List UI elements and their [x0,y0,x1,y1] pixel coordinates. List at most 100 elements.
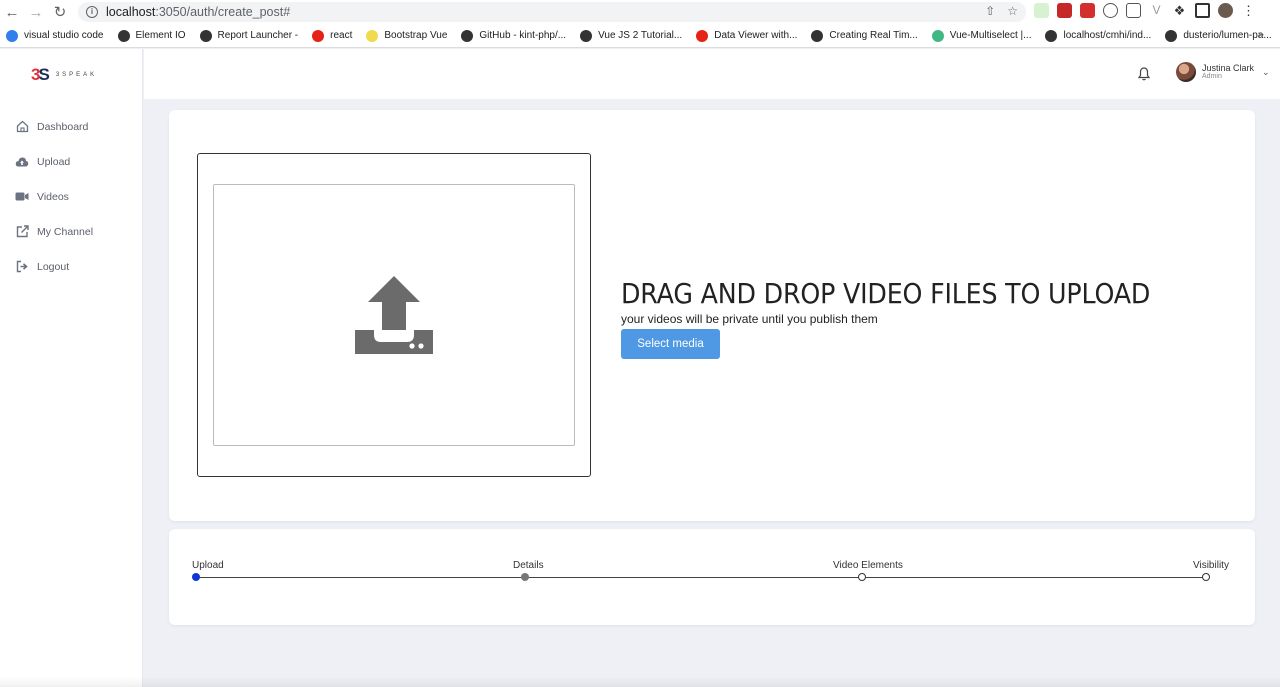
bookmark-label: Element IO [135,30,186,41]
bookmark-favicon-icon [696,29,709,42]
step-label-visibility[interactable]: Visibility [1193,560,1229,571]
upload-title: DRAG AND DROP VIDEO FILES TO UPLOAD [621,278,1151,310]
bookmark-favicon-icon [811,29,824,42]
video-icon [15,190,29,204]
bookmark-item[interactable]: Vue-Multiselect |... [931,29,1032,42]
bookmark-favicon-icon [461,29,474,42]
step-dot[interactable] [521,573,529,581]
star-icon[interactable]: ☆ [1007,4,1018,18]
step-label-upload[interactable]: Upload [192,560,224,571]
home-icon [15,120,29,134]
drop-zone[interactable] [197,153,591,477]
bookmark-label: Data Viewer with... [714,30,798,41]
external-link-icon [15,225,29,239]
user-menu[interactable]: Justina Clark Admin ⌄ [1176,62,1270,82]
sidebar-item-my-channel[interactable]: My Channel [0,214,143,249]
bookmark-item[interactable]: Creating Real Tim... [811,29,918,42]
url-host: localhost [106,5,156,19]
sidebar-item-label: Upload [37,155,71,168]
bookmark-label: visual studio code [24,30,104,41]
step-progress-line [196,577,1206,578]
sidebar-item-label: Logout [37,260,70,273]
bookmark-item[interactable]: react [312,29,353,42]
sidebar-item-upload[interactable]: Upload [0,144,143,179]
steps-card: Upload Details Video Elements Visibility [169,529,1255,625]
logout-icon [15,260,29,274]
extension-icon[interactable] [1103,3,1118,18]
user-role: Admin [1202,73,1222,81]
bookmark-favicon-icon [312,29,325,42]
profile-avatar-icon[interactable] [1218,3,1233,18]
bookmark-item[interactable]: Data Viewer with... [696,29,798,42]
bookmark-favicon-icon [1045,29,1058,42]
user-name: Justina Clark [1202,62,1255,73]
sidebar-icon[interactable] [1195,3,1210,18]
forward-arrow-icon[interactable]: → [24,0,48,24]
reload-icon[interactable]: ↻ [48,0,72,24]
bookmark-item[interactable]: GitHub - kint-php/... [461,29,567,42]
step-dot[interactable] [192,573,200,581]
bookmark-item[interactable]: visual studio code [6,29,104,42]
user-info: Justina Clark Admin [1202,62,1255,81]
bookmark-label: Vue-Multiselect |... [949,30,1032,41]
bookmark-label: Vue JS 2 Tutorial... [598,30,683,41]
bookmark-favicon-icon [580,29,593,42]
bookmark-favicon-icon [117,29,130,42]
bell-icon[interactable] [1138,67,1150,81]
bookmark-label: GitHub - kint-php/... [479,30,567,41]
bookmark-item[interactable]: localhost/cmhi/ind... [1045,29,1151,42]
more-bookmarks-icon[interactable]: » [1258,29,1264,41]
sidebar-item-label: Videos [37,190,69,203]
info-icon[interactable]: i [86,6,98,18]
more-vert-icon[interactable]: ⋮ [1241,3,1256,18]
bookmark-item[interactable]: Vue JS 2 Tutorial... [580,29,683,42]
share-icon[interactable]: ⇧ [985,4,995,18]
screenshot-icon[interactable] [1126,3,1141,18]
vue-devtools-icon[interactable]: V [1149,3,1164,18]
bookmark-label: Bootstrap Vue [384,30,448,41]
back-arrow-icon[interactable]: ← [0,0,24,24]
bookmark-favicon-icon [366,29,379,42]
upload-card: DRAG AND DROP VIDEO FILES TO UPLOAD your… [169,110,1255,521]
upload-subtitle: your videos will be private until you pu… [621,312,878,326]
step-label-details[interactable]: Details [513,560,544,571]
drop-zone-inner[interactable] [213,184,575,446]
browser-toolbar: ← → ↻ i localhost:3050/auth/create_post#… [0,0,1280,24]
bookmark-item[interactable]: Bootstrap Vue [366,29,448,42]
extension-icon[interactable] [1034,3,1049,18]
extension-icon[interactable] [1057,3,1072,18]
logo-text: 3SPEAK [55,72,98,78]
bookmark-label: Creating Real Tim... [829,30,918,41]
cloud-upload-icon [15,155,29,169]
sidebar-item-logout[interactable]: Logout [0,249,143,284]
sidebar-item-label: Dashboard [37,120,89,133]
bookmark-item[interactable]: Report Launcher - [199,29,299,42]
bookmarks-bar: visual studio code Element IO Report Launc… [0,24,1280,48]
logo-mark-icon: 3S [31,65,50,84]
chevron-down-icon[interactable]: ⌄ [1262,67,1270,78]
puzzle-icon[interactable]: ❖ [1172,3,1187,18]
bookmark-item[interactable]: Element IO [117,29,186,42]
bookmark-favicon-icon [1165,29,1178,42]
top-bar: Justina Clark Admin ⌄ [144,49,1280,99]
bookmark-label: Report Launcher - [217,30,299,41]
address-bar[interactable]: i localhost:3050/auth/create_post# ⇧ ☆ [78,2,1026,22]
logo[interactable]: 3S 3SPEAK [31,65,97,85]
sidebar-menu: Dashboard Upload Videos My Channel Logout [0,109,143,284]
step-label-video-elements[interactable]: Video Elements [833,560,903,571]
sidebar-item-dashboard[interactable]: Dashboard [0,109,143,144]
step-dot[interactable] [858,573,866,581]
bookmark-label: react [330,30,353,41]
step-dot[interactable] [1202,573,1210,581]
sidebar-item-label: My Channel [37,225,94,238]
url-path: :3050/auth/create_post# [155,5,291,19]
select-media-button[interactable]: Select media [621,329,720,359]
bookmark-item[interactable]: dusterio/lumen-pa... [1165,29,1272,42]
bookmark-favicon-icon [199,29,212,42]
sidebar-item-videos[interactable]: Videos [0,179,143,214]
page-bottom-shadow [0,677,1280,687]
upload-instructions: DRAG AND DROP VIDEO FILES TO UPLOAD your… [621,278,1196,359]
bookmark-favicon-icon [6,29,18,42]
pdf-icon[interactable] [1080,3,1095,18]
avatar [1176,62,1196,82]
